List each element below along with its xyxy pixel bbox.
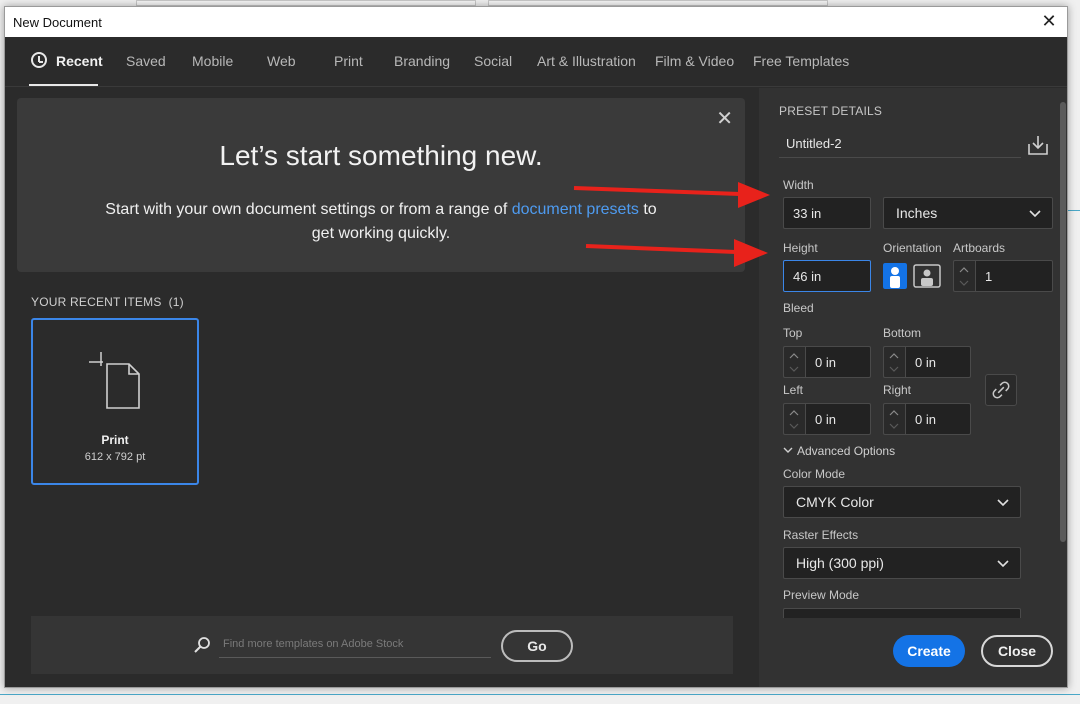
width-field[interactable]: 33 in [783,197,871,229]
bleed-bottom-field[interactable]: 0 in [905,346,971,378]
bleed-label: Bleed [783,301,814,315]
artboards-label: Artboards [953,241,1006,255]
recent-count: (1) [168,295,184,309]
chevron-down-icon[interactable] [789,364,799,374]
height-field[interactable]: 46 in [783,260,871,292]
artboards-stepper[interactable] [953,260,975,292]
chevron-down-icon[interactable] [889,421,899,431]
annotation-arrow-height [585,239,768,267]
artboards-field[interactable]: 1 [975,260,1053,292]
banner-close-icon[interactable]: ✕ [716,106,733,131]
bleed-left-label: Left [783,383,804,397]
preset-details-panel: PRESET DETAILS Untitled-2 Width 33 in In… [759,88,1067,687]
bleed-right-stepper[interactable] [883,403,905,435]
bleed-right-label: Right [883,383,912,397]
bleed-left-field[interactable]: 0 in [805,403,871,435]
width-label: Width [783,178,814,192]
save-preset-icon[interactable] [1027,134,1049,156]
chevron-down-icon[interactable] [959,278,969,288]
recent-item-card[interactable]: Print 612 x 792 pt [31,318,199,485]
stock-search-input[interactable]: Find more templates on Adobe Stock [219,630,491,658]
chevron-down-icon [1029,210,1041,218]
tab-social[interactable]: Social [474,53,512,69]
preview-mode-dropdown[interactable] [783,608,1021,618]
bleed-right-field[interactable]: 0 in [905,403,971,435]
preset-details-heading: PRESET DETAILS [779,104,883,118]
document-name-field[interactable]: Untitled-2 [779,130,1021,158]
tab-art-illustration[interactable]: Art & Illustration [537,53,636,69]
raster-effects-value: High (300 ppi) [796,555,884,571]
recent-items-heading: YOUR RECENT ITEMS (1) [31,295,184,309]
color-mode-value: CMYK Color [796,494,874,510]
tab-film-video[interactable]: Film & Video [655,53,734,69]
clock-icon [31,52,47,68]
preview-mode-label: Preview Mode [783,588,860,602]
link-icon [992,381,1010,399]
tab-mobile[interactable]: Mobile [192,53,233,69]
bleed-bottom-stepper[interactable] [883,346,905,378]
chevron-down-icon[interactable] [889,364,899,374]
chevron-up-icon[interactable] [889,408,899,418]
go-button[interactable]: Go [501,630,573,662]
chevron-up-icon[interactable] [789,408,799,418]
tab-branding[interactable]: Branding [394,53,450,69]
annotation-arrow-width [573,182,770,208]
link-bleed-button[interactable] [985,374,1017,406]
banner-title: Let’s start something new. [219,140,543,171]
title-bar: New Document ✕ [5,7,1067,37]
raster-effects-label: Raster Effects [783,528,859,542]
tab-recent[interactable]: Recent [56,53,103,69]
new-document-icon [89,352,140,409]
create-button[interactable]: Create [893,635,965,667]
panel-scrollbar[interactable] [1059,94,1067,614]
recent-item-name: Print [101,433,129,447]
chevron-down-icon[interactable] [789,421,799,431]
search-icon [194,637,210,653]
active-tab-indicator [29,84,98,86]
tab-free-templates[interactable]: Free Templates [753,53,849,69]
window-title: New Document [13,15,102,30]
bleed-left-stepper[interactable] [783,403,805,435]
stock-search-bar: Find more templates on Adobe Stock Go [31,616,733,674]
chevron-down-icon [997,560,1009,568]
chevron-down-icon [783,447,793,453]
raster-effects-dropdown[interactable]: High (300 ppi) [783,547,1021,579]
landscape-orientation-icon[interactable] [913,263,941,289]
advanced-options-toggle[interactable]: Advanced Options [783,444,895,458]
orientation-label: Orientation [883,241,942,255]
tab-web[interactable]: Web [267,53,296,69]
units-dropdown[interactable]: Inches [883,197,1053,229]
color-mode-label: Color Mode [783,467,846,481]
bleed-top-label: Top [783,326,803,340]
color-mode-dropdown[interactable]: CMYK Color [783,486,1021,518]
tab-print[interactable]: Print [334,53,363,69]
recent-heading-text: YOUR RECENT ITEMS [31,295,162,309]
category-tabs: Recent Saved Mobile Web Print Branding S… [5,37,1067,87]
background-guide-line-right [1068,210,1080,211]
chevron-up-icon[interactable] [959,265,969,275]
height-label: Height [783,241,818,255]
chevron-down-icon [997,499,1009,507]
portrait-orientation-icon[interactable] [883,263,907,289]
close-button[interactable]: Close [981,635,1053,667]
bleed-top-stepper[interactable] [783,346,805,378]
recent-item-size: 612 x 792 pt [84,451,146,463]
new-document-dialog: New Document ✕ Recent Saved Mobile Web P… [4,6,1068,688]
advanced-options-label: Advanced Options [797,444,896,458]
units-value: Inches [896,205,938,221]
tab-saved[interactable]: Saved [126,53,166,69]
window-close-icon[interactable]: ✕ [1039,11,1059,31]
chevron-up-icon[interactable] [789,351,799,361]
bleed-bottom-label: Bottom [883,326,922,340]
background-guide-line [0,694,1080,695]
bleed-top-field[interactable]: 0 in [805,346,871,378]
chevron-up-icon[interactable] [889,351,899,361]
scrollbar-thumb[interactable] [1060,102,1066,542]
banner-subtitle-prefix: Start with your own document settings or… [105,201,512,218]
